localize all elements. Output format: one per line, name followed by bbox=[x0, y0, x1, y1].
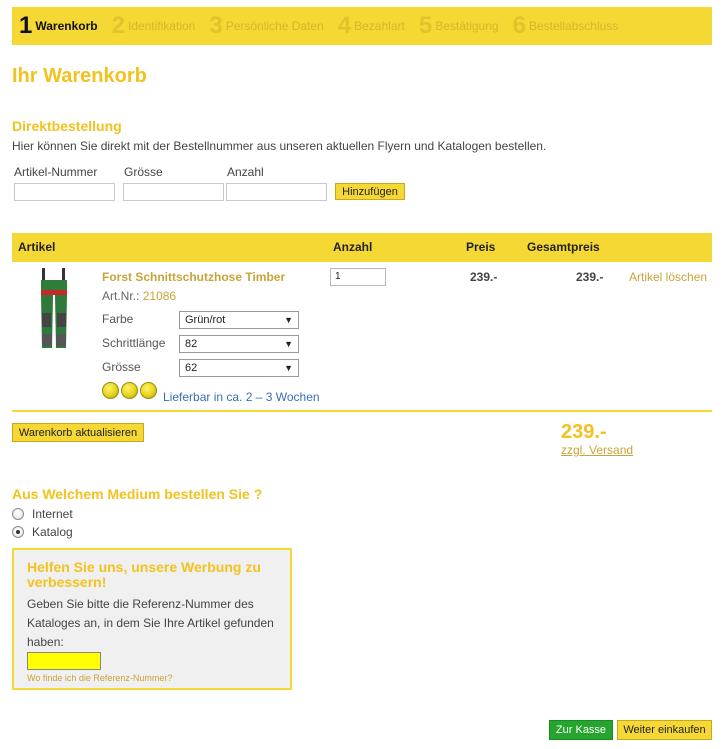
step-label: Warenkorb bbox=[35, 19, 98, 33]
artnr-label: Art.Nr.: bbox=[102, 289, 140, 303]
radio-button[interactable] bbox=[12, 508, 24, 520]
option-label-schrittlaenge: Schrittlänge bbox=[102, 336, 166, 350]
step-identifikation[interactable]: 2 Identifikation bbox=[105, 7, 203, 45]
step-number: 5 bbox=[418, 12, 433, 39]
step-number: 6 bbox=[512, 12, 526, 39]
step-label: Identifikation bbox=[127, 19, 196, 33]
artnr-value: 21086 bbox=[142, 289, 177, 303]
artikel-nummer-label: Artikel-Nummer bbox=[14, 165, 98, 179]
cart-table-header: Artikel Anzahl Preis Gesamtpreis bbox=[12, 233, 712, 262]
quantity-input[interactable]: 1 bbox=[330, 268, 386, 286]
dropdown-arrow-icon: ▼ bbox=[284, 363, 293, 373]
step-label: Bestätigung bbox=[435, 19, 499, 33]
dropdown-arrow-icon: ▼ bbox=[284, 315, 293, 325]
option-label-farbe: Farbe bbox=[102, 312, 134, 326]
continue-shopping-button[interactable]: Weiter einkaufen bbox=[617, 720, 712, 740]
radio-katalog[interactable]: Katalog bbox=[12, 525, 73, 539]
availability-dot-icon bbox=[140, 382, 157, 399]
product-image[interactable] bbox=[36, 268, 72, 350]
step-warenkorb[interactable]: 1 Warenkorb bbox=[12, 7, 105, 45]
step-number: 4 bbox=[337, 12, 352, 39]
product-article-number: Art.Nr.: 21086 bbox=[102, 289, 176, 303]
step-bestaetigung[interactable]: 5 Bestätigung bbox=[412, 7, 506, 45]
step-label: Bezahlart bbox=[354, 19, 405, 33]
artikel-nummer-input[interactable] bbox=[14, 183, 115, 201]
radio-label-internet: Internet bbox=[32, 507, 73, 521]
availability-dot-icon bbox=[121, 382, 138, 399]
direktbestellung-heading: Direktbestellung bbox=[12, 118, 122, 134]
referenz-help-box: Helfen Sie uns, unsere Werbung zu verbes… bbox=[12, 548, 292, 690]
delete-item-link[interactable]: Artikel löschen bbox=[629, 270, 707, 284]
update-cart-button[interactable]: Warenkorb aktualisieren bbox=[12, 423, 144, 442]
medium-heading: Aus Welchem Medium bestellen Sie ? bbox=[12, 486, 263, 502]
anzahl-input[interactable] bbox=[226, 183, 327, 201]
referenz-help-link[interactable]: Wo finde ich die Referenz-Nummer? bbox=[27, 673, 172, 683]
select-value: 62 bbox=[185, 362, 198, 374]
step-label: Persönliche Daten bbox=[225, 19, 324, 33]
item-price: 239.- bbox=[470, 270, 498, 284]
page-title: Ihr Warenkorb bbox=[12, 65, 147, 87]
anzahl-label: Anzahl bbox=[227, 165, 264, 179]
direktbestellung-description: Hier können Sie direkt mit der Bestellnu… bbox=[12, 139, 547, 153]
step-bestellabschluss[interactable]: 6 Bestellabschluss bbox=[506, 7, 626, 45]
cart-divider bbox=[12, 410, 712, 412]
groesse-label: Grösse bbox=[124, 165, 163, 179]
step-label: Bestellabschluss bbox=[528, 19, 619, 33]
availability-indicator bbox=[102, 382, 157, 399]
shipping-link[interactable]: zzgl. Versand bbox=[561, 443, 633, 457]
add-button[interactable]: Hinzufügen bbox=[335, 183, 405, 200]
radio-button-selected[interactable] bbox=[12, 526, 24, 538]
dropdown-arrow-icon: ▼ bbox=[284, 339, 293, 349]
option-label-groesse: Grösse bbox=[102, 360, 141, 374]
select-value: Grün/rot bbox=[185, 314, 226, 326]
availability-dot-icon bbox=[102, 382, 119, 399]
checkout-button[interactable]: Zur Kasse bbox=[549, 720, 613, 740]
item-total-price: 239.- bbox=[576, 270, 604, 284]
col-artikel: Artikel bbox=[18, 240, 56, 254]
help-heading: Helfen Sie uns, unsere Werbung zu verbes… bbox=[27, 559, 261, 590]
step-number: 3 bbox=[209, 12, 223, 39]
referenz-nummer-input[interactable] bbox=[27, 652, 101, 670]
col-anzahl: Anzahl bbox=[333, 240, 373, 254]
radio-label-katalog: Katalog bbox=[32, 525, 73, 539]
col-gesamtpreis: Gesamtpreis bbox=[527, 240, 600, 254]
cart-total: 239.- bbox=[561, 421, 607, 443]
step-number: 1 bbox=[19, 12, 33, 39]
select-value: 82 bbox=[185, 338, 198, 350]
step-bezahlart[interactable]: 4 Bezahlart bbox=[331, 7, 412, 45]
step-number: 2 bbox=[111, 12, 125, 39]
col-preis: Preis bbox=[466, 240, 496, 254]
step-persoenliche-daten[interactable]: 3 Persönliche Daten bbox=[202, 7, 330, 45]
checkout-steps: 1 Warenkorb 2 Identifikation 3 Persönlic… bbox=[12, 7, 712, 45]
radio-internet[interactable]: Internet bbox=[12, 507, 73, 521]
availability-text: Lieferbar in ca. 2 – 3 Wochen bbox=[163, 390, 320, 404]
groesse-select[interactable]: 62 ▼ bbox=[179, 359, 299, 377]
schrittlaenge-select[interactable]: 82 ▼ bbox=[179, 335, 299, 353]
product-name[interactable]: Forst Schnittschutzhose Timber bbox=[102, 270, 285, 284]
groesse-input[interactable] bbox=[123, 183, 224, 201]
help-text: Geben Sie bitte die Referenz-Nummer des … bbox=[27, 597, 274, 649]
farbe-select[interactable]: Grün/rot ▼ bbox=[179, 311, 299, 329]
